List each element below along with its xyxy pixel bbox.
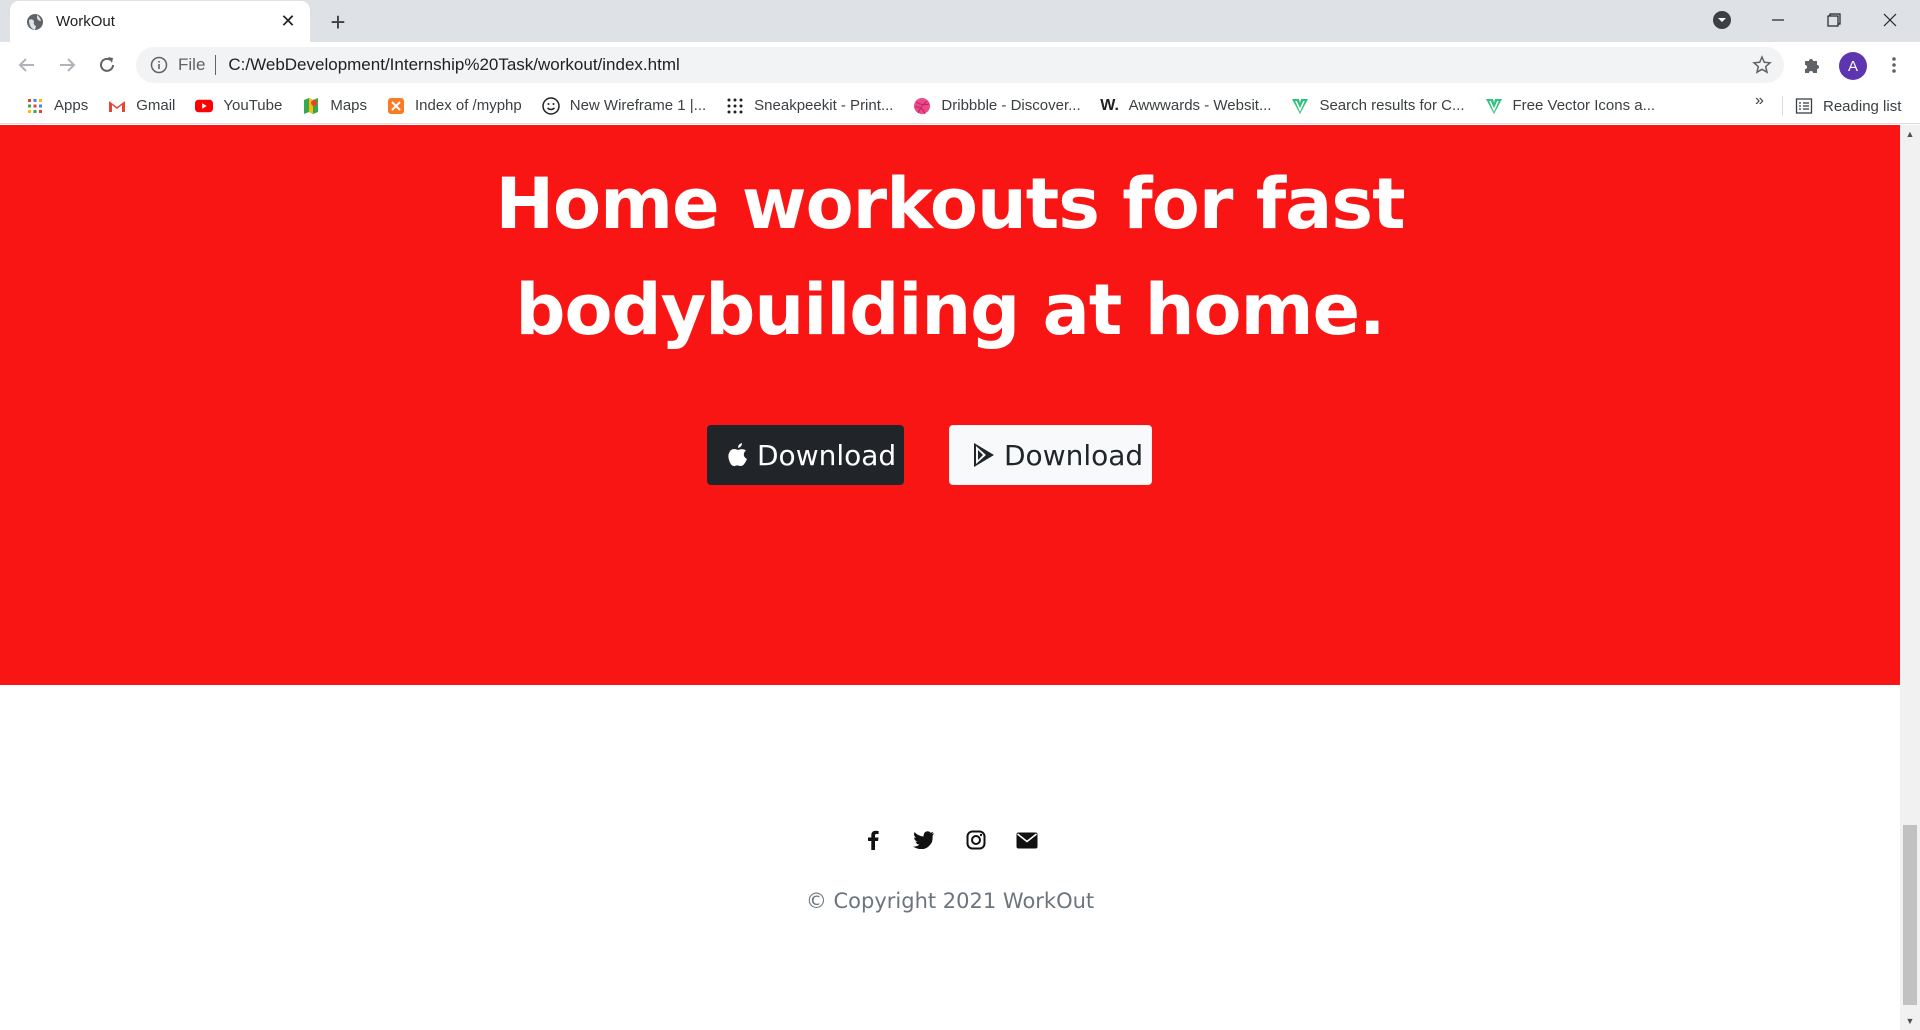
tab-close-icon[interactable]: ✕ bbox=[278, 11, 298, 32]
tab-strip: WorkOut ✕ + bbox=[0, 0, 1920, 42]
hero-title-line-2: bodybuilding at home. bbox=[515, 269, 1385, 351]
new-tab-button[interactable]: + bbox=[324, 7, 352, 37]
address-bar[interactable]: File C:/WebDevelopment/Internship%20Task… bbox=[136, 47, 1784, 83]
bookmark-free-vector-icons[interactable]: Free Vector Icons a... bbox=[1477, 92, 1664, 120]
scroll-up-arrow-icon[interactable]: ▲ bbox=[1900, 125, 1920, 143]
xampp-icon bbox=[387, 97, 405, 115]
twitter-icon[interactable] bbox=[911, 827, 937, 853]
forward-button[interactable] bbox=[51, 49, 83, 81]
dots-grid-icon bbox=[726, 97, 744, 115]
bookmark-awwwards[interactable]: W. Awwwards - Websit... bbox=[1093, 92, 1280, 120]
apps-grid-icon bbox=[26, 97, 44, 115]
reading-list-button[interactable]: Reading list bbox=[1795, 92, 1901, 120]
apple-icon bbox=[728, 443, 747, 467]
bookmark-label: Gmail bbox=[136, 97, 176, 114]
bookmark-gmail[interactable]: Gmail bbox=[100, 92, 183, 120]
bookmarks-overflow-button[interactable]: » bbox=[1755, 92, 1764, 110]
bookmark-youtube[interactable]: YouTube bbox=[187, 92, 290, 120]
bookmark-label: Apps bbox=[54, 97, 89, 114]
reading-list-icon bbox=[1795, 98, 1813, 114]
bookmark-label: Dribbble - Discover... bbox=[941, 97, 1081, 114]
url-text[interactable]: C:/WebDevelopment/Internship%20Task/work… bbox=[228, 55, 679, 75]
gmail-icon bbox=[108, 97, 126, 115]
envelope-icon[interactable] bbox=[1014, 827, 1040, 853]
hero-title: Home workouts for fast bodybuilding at h… bbox=[0, 151, 1900, 363]
bookmark-maps[interactable]: Maps bbox=[294, 92, 375, 120]
tab-title: WorkOut bbox=[56, 13, 115, 30]
page-scrollbar[interactable]: ▲ ▼ bbox=[1900, 125, 1920, 1030]
url-separator bbox=[215, 55, 217, 75]
hero-title-line-1: Home workouts for fast bbox=[495, 163, 1405, 245]
extensions-button[interactable] bbox=[1796, 49, 1828, 81]
browser-menu-button[interactable] bbox=[1878, 49, 1910, 81]
kebab-menu-icon bbox=[1892, 57, 1896, 73]
back-button[interactable] bbox=[11, 49, 43, 81]
arrow-left-icon bbox=[18, 58, 34, 72]
bookmark-sneakpeekit[interactable]: Sneakpeekit - Print... bbox=[718, 92, 901, 120]
tab-search-button[interactable] bbox=[1694, 0, 1750, 40]
reload-icon bbox=[100, 57, 114, 72]
google-play-download-button[interactable]: Download bbox=[949, 425, 1152, 485]
restore-icon bbox=[1827, 13, 1841, 27]
bookmark-search-results[interactable]: Search results for C... bbox=[1283, 92, 1472, 120]
chevron-down-circle-icon bbox=[1713, 11, 1731, 29]
copyright-text: © Copyright 2021 WorkOut bbox=[805, 889, 1095, 913]
bookmark-label: YouTube bbox=[223, 97, 283, 114]
bookmark-label: New Wireframe 1 |... bbox=[569, 97, 707, 114]
close-window-button[interactable] bbox=[1862, 0, 1918, 40]
browser-toolbar: File C:/WebDevelopment/Internship%20Task… bbox=[0, 42, 1920, 88]
social-links bbox=[860, 825, 1040, 855]
bookmark-label: Search results for C... bbox=[1319, 97, 1465, 114]
bookmark-index-myphp[interactable]: Index of /myphp bbox=[379, 92, 530, 120]
awwwards-icon: W. bbox=[1100, 96, 1119, 114]
page-viewport: Home workouts for fast bodybuilding at h… bbox=[0, 125, 1900, 1030]
close-icon bbox=[1883, 13, 1897, 27]
facebook-icon[interactable] bbox=[860, 827, 886, 853]
instagram-icon[interactable] bbox=[963, 827, 989, 853]
browser-tab[interactable]: WorkOut ✕ bbox=[10, 1, 310, 42]
url-scheme: File bbox=[178, 55, 206, 74]
profile-avatar[interactable]: A bbox=[1839, 52, 1867, 80]
bookmark-new-wireframe[interactable]: New Wireframe 1 |... bbox=[534, 92, 714, 120]
bookmark-dribbble[interactable]: Dribbble - Discover... bbox=[905, 92, 1088, 120]
scroll-down-arrow-icon[interactable]: ▼ bbox=[1900, 1012, 1920, 1030]
hero-section: Home workouts for fast bodybuilding at h… bbox=[0, 125, 1900, 685]
bookmark-label: Awwwards - Websit... bbox=[1128, 97, 1272, 114]
app-store-download-label: Download bbox=[757, 438, 897, 472]
google-play-icon bbox=[974, 443, 994, 467]
puzzle-icon bbox=[1805, 59, 1819, 73]
reload-button[interactable] bbox=[91, 49, 123, 81]
info-icon[interactable] bbox=[150, 56, 168, 74]
bookmark-star-icon[interactable] bbox=[1752, 55, 1772, 75]
dribbble-icon bbox=[913, 97, 931, 115]
bookmarks-divider bbox=[1782, 96, 1783, 116]
bookmarks-bar: Apps Gmail YouTube Maps Index of /myphp … bbox=[0, 88, 1920, 124]
globe-icon bbox=[27, 13, 43, 30]
bookmark-label: Index of /myphp bbox=[415, 97, 522, 114]
maps-icon bbox=[302, 97, 320, 115]
smiley-icon bbox=[542, 96, 560, 115]
bookmark-label: Sneakpeekit - Print... bbox=[754, 97, 894, 114]
bookmark-label: Maps bbox=[330, 97, 368, 114]
scroll-thumb[interactable] bbox=[1903, 825, 1917, 1005]
app-store-download-button[interactable]: Download bbox=[707, 425, 904, 485]
bookmark-label: Free Vector Icons a... bbox=[1512, 97, 1656, 114]
google-play-download-label: Download bbox=[1004, 438, 1144, 472]
restore-button[interactable] bbox=[1806, 0, 1862, 40]
arrow-right-icon bbox=[60, 58, 76, 72]
youtube-icon bbox=[195, 97, 214, 115]
minimize-button[interactable] bbox=[1750, 0, 1806, 40]
vector-icon bbox=[1485, 97, 1503, 115]
minimize-icon bbox=[1772, 19, 1784, 21]
vector-icon bbox=[1291, 97, 1309, 115]
reading-list-label: Reading list bbox=[1823, 97, 1902, 115]
bookmark-apps[interactable]: Apps bbox=[18, 92, 96, 120]
